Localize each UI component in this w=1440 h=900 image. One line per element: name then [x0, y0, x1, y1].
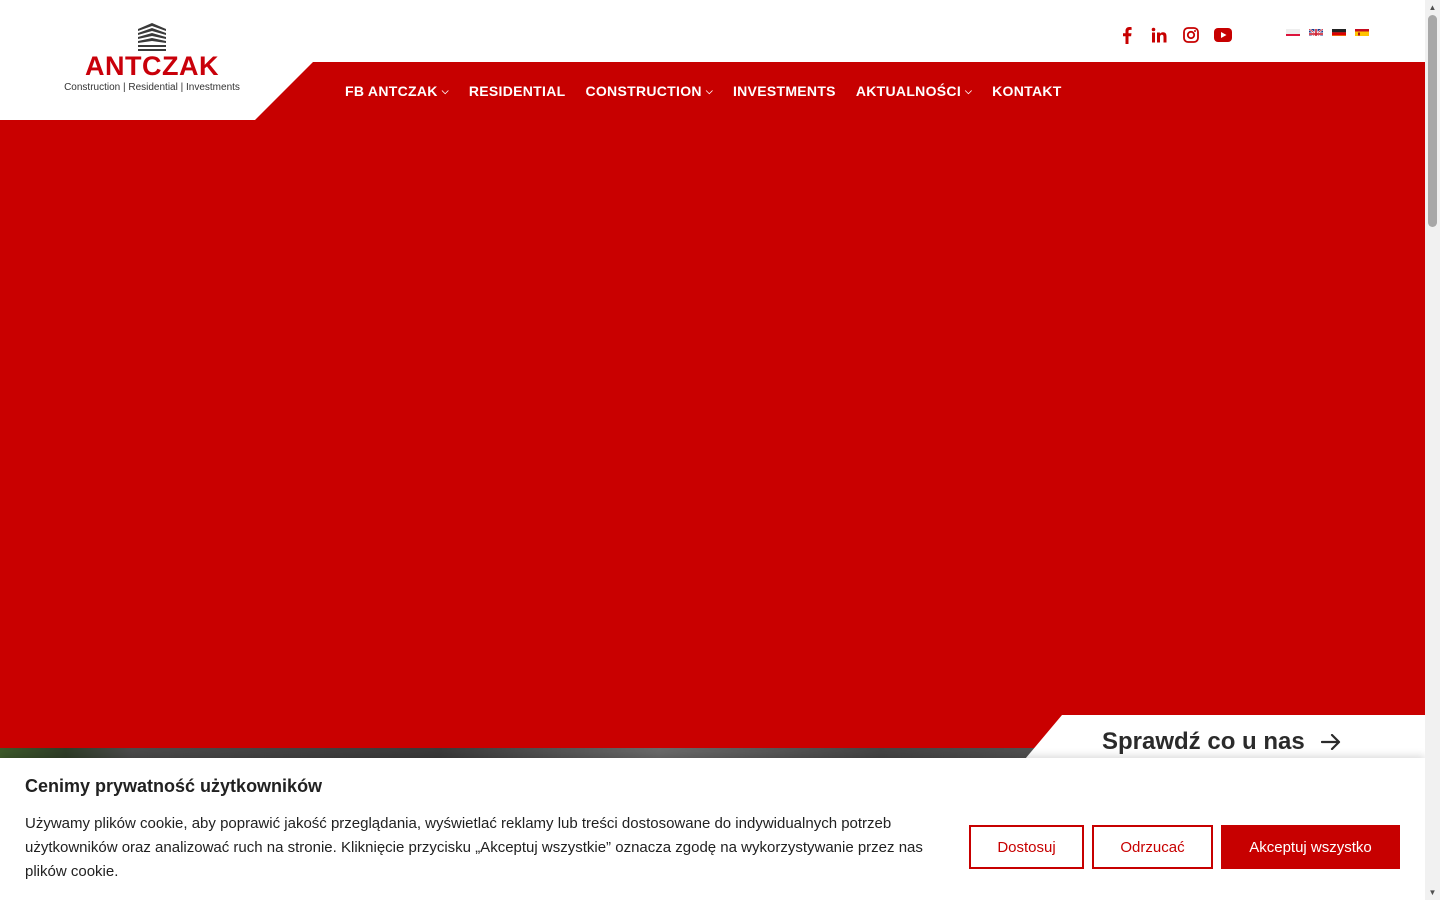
logo-name: ANTCZAK [85, 51, 219, 81]
arrow-right-icon [1320, 734, 1341, 750]
logo-tagline: Construction | Residential | Investments [64, 82, 240, 93]
nav-item-label: INVESTMENTS [732, 83, 836, 99]
nav-item-aktualnosci[interactable]: AKTUALNOŚCI ⌵ [856, 83, 972, 99]
chevron-down-icon: ⌵ [965, 86, 973, 96]
cookie-consent-banner: Cenimy prywatność użytkowników Używamy p… [0, 758, 1425, 900]
page-scrollbar[interactable]: ▲ ▼ [1425, 0, 1440, 900]
page: ANTCZAK Construction | Residential | Inv… [0, 0, 1440, 900]
main-navigation: FB ANTCZAK ⌵ RESIDENTIAL CONSTRUCTION ⌵ … [255, 62, 1425, 120]
youtube-icon[interactable] [1212, 24, 1234, 46]
flag-es-icon[interactable] [1355, 26, 1369, 36]
facebook-icon[interactable] [1116, 24, 1138, 46]
flag-de-icon[interactable] [1332, 26, 1346, 36]
nav-item-label: FB ANTCZAK [345, 83, 438, 99]
nav-item-label: CONSTRUCTION [585, 83, 702, 99]
linkedin-icon[interactable] [1148, 24, 1170, 46]
nav-item-label: KONTAKT [992, 83, 1062, 99]
cookie-description: Używamy plików cookie, aby poprawić jako… [25, 815, 923, 880]
accept-all-button[interactable]: Akceptuj wszystko [1221, 825, 1400, 869]
nav-item-label: RESIDENTIAL [468, 83, 566, 99]
site-header: ANTCZAK Construction | Residential | Inv… [0, 0, 1425, 120]
chevron-down-icon: ⌵ [441, 86, 449, 96]
social-links [1116, 24, 1244, 46]
site-logo[interactable]: ANTCZAK Construction | Residential | Inv… [56, 22, 248, 102]
scrollbar-thumb[interactable] [1428, 15, 1437, 227]
hero-cta-link[interactable]: Sprawdź co u nas [1102, 728, 1341, 756]
scroll-down-arrow-icon[interactable]: ▼ [1425, 885, 1440, 900]
scroll-up-arrow-icon[interactable]: ▲ [1425, 0, 1440, 15]
nav-item-residential[interactable]: RESIDENTIAL [469, 83, 566, 99]
language-switcher [1286, 26, 1378, 36]
chevron-down-icon: ⌵ [705, 86, 713, 96]
instagram-icon[interactable] [1180, 24, 1202, 46]
flag-en-icon[interactable] [1309, 26, 1323, 36]
nav-item-label: AKTUALNOŚCI [855, 83, 962, 99]
building-stripes-icon [138, 23, 166, 51]
nav-item-investments[interactable]: INVESTMENTS [733, 83, 836, 99]
hero-cta-label: Sprawdź co u nas [1102, 728, 1305, 755]
nav-item-kontakt[interactable]: KONTAKT [992, 83, 1062, 99]
nav-item-fb-antczak[interactable]: FB ANTCZAK ⌵ [345, 83, 449, 99]
reject-button[interactable]: Odrzucać [1092, 825, 1213, 869]
cookie-title: Cenimy prywatność użytkowników [25, 776, 323, 796]
nav-item-construction[interactable]: CONSTRUCTION ⌵ [585, 83, 713, 99]
customize-button[interactable]: Dostosuj [969, 825, 1084, 869]
hero-banner [0, 120, 1425, 760]
flag-pl-icon[interactable] [1286, 26, 1300, 36]
